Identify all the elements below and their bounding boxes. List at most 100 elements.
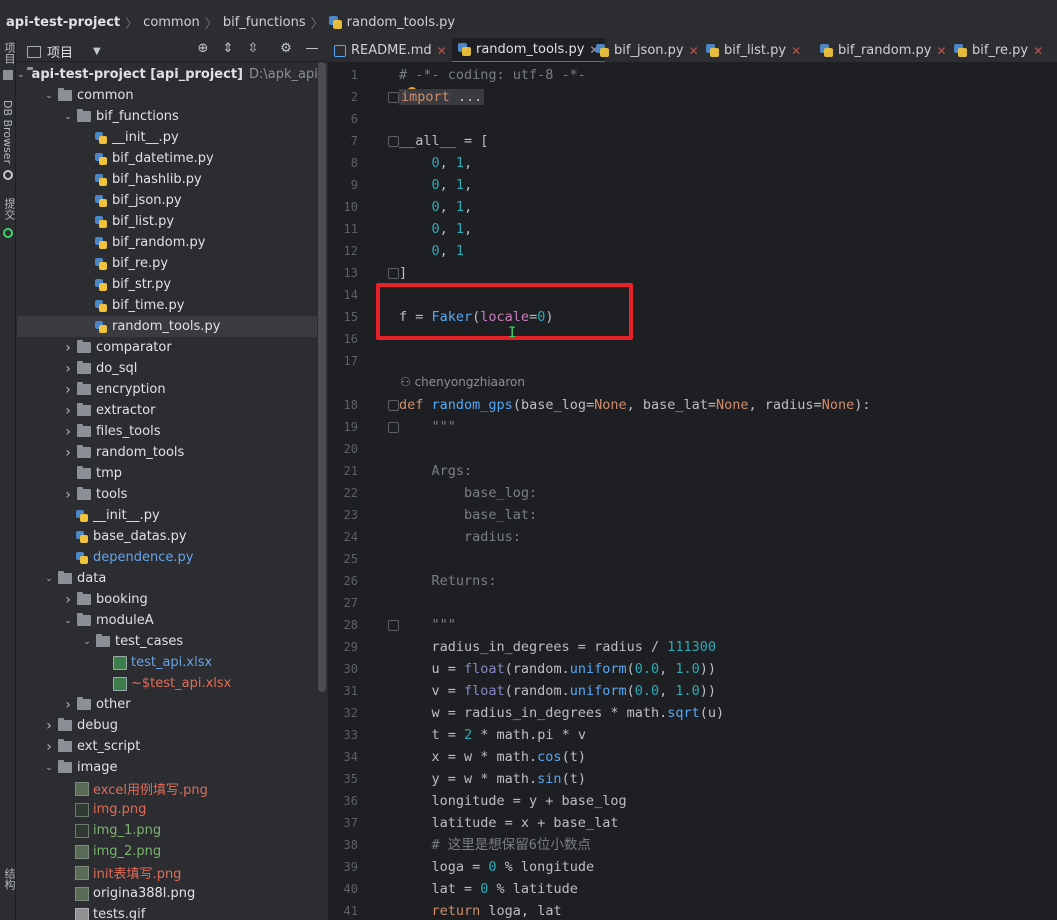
- tree-file[interactable]: test_api.xlsx: [17, 652, 317, 673]
- editor-tab[interactable]: README.md ✕: [328, 38, 453, 62]
- code-line[interactable]: x = w * math.cos(t): [399, 746, 586, 768]
- chevron-right-icon[interactable]: ›: [61, 404, 75, 418]
- code-line[interactable]: import ...: [399, 86, 485, 108]
- project-tree-scrollbar[interactable]: [317, 62, 327, 920]
- code-line[interactable]: Returns:: [399, 570, 497, 592]
- expand-all-icon[interactable]: ⇕: [220, 41, 236, 57]
- tree-file[interactable]: bif_json.py: [17, 190, 317, 211]
- chevron-down-icon[interactable]: ⌄: [61, 110, 75, 124]
- breadcrumb-bif-functions[interactable]: bif_functions: [223, 15, 306, 30]
- tree-folder[interactable]: › tools: [17, 484, 317, 505]
- fold-marker-icon[interactable]: [388, 92, 399, 103]
- close-icon[interactable]: ✕: [791, 44, 801, 58]
- chevron-right-icon[interactable]: ›: [61, 446, 75, 460]
- chevron-down-icon[interactable]: ▼: [93, 46, 101, 57]
- code-line[interactable]: loga = 0 % longitude: [399, 856, 595, 878]
- code-line[interactable]: lat = 0 % latitude: [399, 878, 578, 900]
- code-line[interactable]: Args:: [399, 460, 473, 482]
- code-line[interactable]: radius:: [399, 526, 521, 548]
- tree-file[interactable]: random_tools.py: [17, 316, 317, 337]
- tree-file[interactable]: img.png: [17, 799, 317, 820]
- tree-folder[interactable]: › comparator: [17, 337, 317, 358]
- tree-folder[interactable]: ⌄ bif_functions: [17, 106, 317, 127]
- code-line[interactable]: # -*- coding: utf-8 -*-: [399, 64, 586, 86]
- code-line[interactable]: u = float(random.uniform(0.0, 1.0)): [399, 658, 717, 680]
- scrollbar-thumb[interactable]: [318, 62, 326, 692]
- close-icon[interactable]: ✕: [1033, 44, 1043, 58]
- tree-file[interactable]: base_datas.py: [17, 526, 317, 547]
- chevron-right-icon[interactable]: ›: [61, 341, 75, 355]
- tree-file[interactable]: __init__.py: [17, 505, 317, 526]
- tree-file[interactable]: img_1.png: [17, 820, 317, 841]
- code-line[interactable]: def random_gps(base_log=None, base_lat=N…: [399, 394, 870, 416]
- tree-file[interactable]: tests.gif: [17, 904, 317, 920]
- code-line[interactable]: return loga, lat: [399, 900, 562, 920]
- project-tool-button[interactable]: 项目: [1, 42, 17, 64]
- fold-marker-icon[interactable]: [388, 268, 399, 279]
- fold-marker-icon[interactable]: [388, 422, 399, 433]
- collapse-all-icon[interactable]: ⇳: [245, 41, 261, 57]
- close-icon[interactable]: ✕: [689, 44, 699, 58]
- tree-file[interactable]: bif_time.py: [17, 295, 317, 316]
- editor-tab[interactable]: random_tools.py ✕: [452, 38, 606, 62]
- code-line[interactable]: t = 2 * math.pi * v: [399, 724, 586, 746]
- breadcrumb-project[interactable]: api-test-project: [6, 15, 120, 30]
- code-line[interactable]: 0, 1: [399, 240, 465, 262]
- tree-file[interactable]: bif_random.py: [17, 232, 317, 253]
- chevron-down-icon[interactable]: ⌄: [61, 614, 75, 628]
- chevron-down-icon[interactable]: ⌄: [42, 89, 56, 103]
- code-line[interactable]: 0, 1,: [399, 174, 473, 196]
- tree-folder[interactable]: ⌄ api-test-project [api_project] D:\apk_ap…: [17, 64, 317, 85]
- breadcrumb-common[interactable]: common: [143, 15, 200, 30]
- chevron-right-icon[interactable]: ›: [61, 362, 75, 376]
- tree-folder[interactable]: ⌄ common: [17, 85, 317, 106]
- code-line[interactable]: y = w * math.sin(t): [399, 768, 586, 790]
- code-line[interactable]: radius_in_degrees = radius / 111300: [399, 636, 717, 658]
- tree-file[interactable]: ~$test_api.xlsx: [17, 673, 317, 694]
- fold-marker-icon[interactable]: [388, 400, 399, 411]
- tree-folder[interactable]: › debug: [17, 715, 317, 736]
- tree-file[interactable]: __init__.py: [17, 127, 317, 148]
- chevron-right-icon[interactable]: ›: [42, 719, 56, 733]
- code-line[interactable]: latitude = x + base_lat: [399, 812, 619, 834]
- tree-folder[interactable]: › files_tools: [17, 421, 317, 442]
- tree-folder[interactable]: tmp: [17, 463, 317, 484]
- code-line[interactable]: base_lat:: [399, 504, 537, 526]
- tree-file[interactable]: bif_str.py: [17, 274, 317, 295]
- breadcrumb-file[interactable]: random_tools.py: [347, 15, 455, 30]
- code-line[interactable]: ]: [399, 262, 407, 284]
- chevron-down-icon[interactable]: ⌄: [42, 761, 56, 775]
- close-icon[interactable]: ✕: [437, 44, 447, 58]
- chevron-down-icon[interactable]: ⌄: [42, 572, 56, 586]
- chevron-right-icon[interactable]: ›: [61, 383, 75, 397]
- tree-file[interactable]: excel用例填写.png: [17, 778, 317, 799]
- code-line[interactable]: w = radius_in_degrees * math.sqrt(u): [399, 702, 725, 724]
- close-icon[interactable]: ✕: [936, 44, 946, 58]
- code-line[interactable]: 0, 1,: [399, 152, 473, 174]
- tree-folder[interactable]: › random_tools: [17, 442, 317, 463]
- gear-icon[interactable]: ⚙: [278, 41, 294, 57]
- chevron-right-icon[interactable]: ›: [61, 593, 75, 607]
- tree-file[interactable]: bif_datetime.py: [17, 148, 317, 169]
- code-line[interactable]: 0, 1,: [399, 196, 473, 218]
- code-line[interactable]: v = float(random.uniform(0.0, 1.0)): [399, 680, 717, 702]
- fold-marker-icon[interactable]: [388, 620, 399, 631]
- chevron-down-icon[interactable]: ⌄: [80, 635, 94, 649]
- tree-file[interactable]: dependence.py: [17, 547, 317, 568]
- db-browser-tool-button[interactable]: DB Browser: [1, 100, 14, 164]
- chevron-right-icon[interactable]: [61, 467, 75, 481]
- tree-file[interactable]: bif_list.py: [17, 211, 317, 232]
- code-line[interactable]: 0, 1,: [399, 218, 473, 240]
- chevron-down-icon[interactable]: ⌄: [17, 68, 25, 82]
- chevron-right-icon[interactable]: ›: [61, 425, 75, 439]
- tree-folder[interactable]: ⌄ data: [17, 568, 317, 589]
- minimize-icon[interactable]: —: [304, 41, 320, 57]
- tree-file[interactable]: origina388l.png: [17, 883, 317, 904]
- code-line[interactable]: longitude = y + base_log: [399, 790, 627, 812]
- code-line[interactable]: base_log:: [399, 482, 537, 504]
- tree-file[interactable]: img_2.png: [17, 841, 317, 862]
- project-panel-title[interactable]: 项目: [47, 42, 73, 61]
- code-line[interactable]: # 这里是想保留6位小数点: [399, 834, 591, 856]
- fold-marker-icon[interactable]: [388, 136, 399, 147]
- chevron-right-icon[interactable]: ›: [61, 698, 75, 712]
